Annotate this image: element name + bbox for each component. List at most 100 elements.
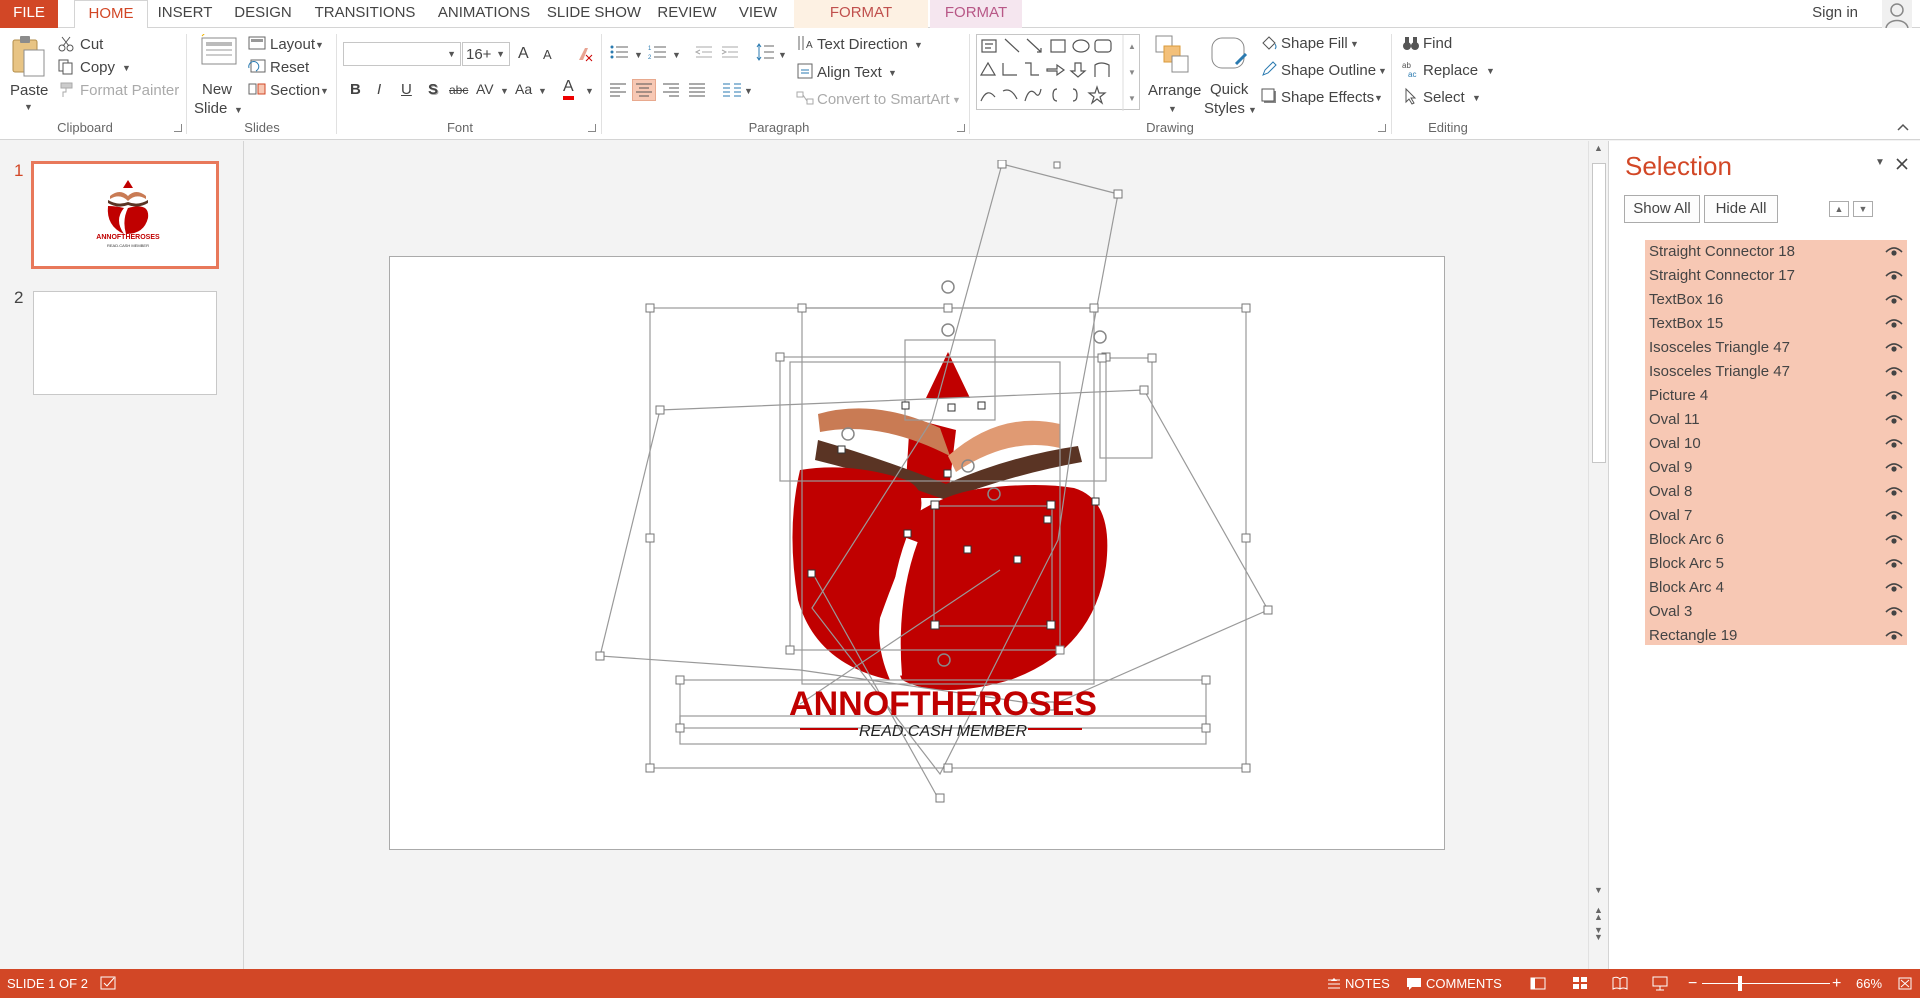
copy-dropdown-icon[interactable]: ▼	[122, 63, 131, 73]
chevron-down-icon[interactable]: ▼	[914, 40, 923, 50]
chevron-down-icon[interactable]: ▼	[1472, 93, 1481, 103]
tab-format-picture[interactable]: FORMAT	[930, 0, 1022, 28]
justify-icon[interactable]	[688, 82, 706, 98]
shape-effects-button[interactable]: Shape Effects	[1281, 89, 1374, 106]
character-spacing-button[interactable]: AV	[476, 81, 494, 97]
selection-list-item[interactable]: Block Arc 4	[1645, 576, 1907, 600]
text-direction-button[interactable]: Text Direction	[817, 36, 908, 53]
collapse-ribbon-icon[interactable]	[1896, 122, 1910, 132]
selection-list-item[interactable]: Picture 4	[1645, 384, 1907, 408]
chevron-down-icon[interactable]: ▼	[1486, 66, 1495, 76]
align-left-icon[interactable]	[609, 82, 627, 98]
normal-view-icon[interactable]	[1530, 976, 1546, 991]
selection-list-item[interactable]: Oval 10	[1645, 432, 1907, 456]
scrollbar-thumb[interactable]	[1592, 163, 1606, 463]
close-icon[interactable]	[1895, 157, 1909, 171]
scroll-up-icon[interactable]: ▲	[1594, 143, 1603, 153]
visibility-eye-icon[interactable]	[1885, 583, 1903, 593]
spell-check-icon[interactable]	[100, 976, 118, 991]
align-center-button[interactable]	[632, 79, 656, 101]
zoom-slider-thumb[interactable]	[1738, 976, 1742, 991]
section-button[interactable]: Section	[270, 82, 320, 99]
shapes-gallery[interactable]: ▲ ▼ ▼	[976, 34, 1140, 111]
chevron-down-icon[interactable]: ▼	[744, 86, 753, 96]
quick-styles-button[interactable]: Quick Styles ▼	[1202, 32, 1257, 117]
visibility-eye-icon[interactable]	[1885, 511, 1903, 521]
visibility-eye-icon[interactable]	[1885, 439, 1903, 449]
visibility-eye-icon[interactable]	[1885, 487, 1903, 497]
arrange-button[interactable]: Arrange ▼	[1148, 32, 1201, 116]
selection-list-item[interactable]: Oval 7	[1645, 504, 1907, 528]
visibility-eye-icon[interactable]	[1885, 607, 1903, 617]
selection-list-item[interactable]: Oval 11	[1645, 408, 1907, 432]
next-slide-icon[interactable]: ▼ ▼	[1594, 926, 1603, 942]
shrink-font-button[interactable]: A	[543, 47, 552, 62]
visibility-eye-icon[interactable]	[1885, 463, 1903, 473]
selection-list-item[interactable]: TextBox 15	[1645, 312, 1907, 336]
underline-button[interactable]: U	[401, 81, 412, 98]
selection-list-item[interactable]: Straight Connector 18	[1645, 240, 1907, 264]
paste-dropdown-icon[interactable]: ▼	[24, 102, 33, 112]
grow-font-button[interactable]: A	[518, 45, 529, 63]
tab-slide-show[interactable]: SLIDE SHOW	[546, 0, 642, 28]
chevron-down-icon[interactable]: ▼	[538, 86, 547, 96]
sign-in-link[interactable]: Sign in	[1812, 0, 1858, 26]
tab-insert[interactable]: INSERT	[152, 0, 218, 28]
send-backward-icon[interactable]: ▼	[1853, 201, 1873, 217]
text-shadow-button[interactable]: S	[428, 81, 438, 98]
reset-button[interactable]: Reset	[270, 59, 309, 76]
change-case-button[interactable]: Aa	[515, 81, 532, 97]
selection-list-item[interactable]: Oval 3	[1645, 600, 1907, 624]
chevron-down-icon[interactable]: ▼	[1374, 93, 1383, 103]
align-right-icon[interactable]	[662, 82, 680, 98]
scroll-down-icon[interactable]: ▼	[1594, 885, 1603, 895]
zoom-out-icon[interactable]: −	[1688, 969, 1697, 998]
visibility-eye-icon[interactable]	[1885, 295, 1903, 305]
paragraph-launcher-icon[interactable]	[957, 124, 965, 132]
chevron-down-icon[interactable]: ▼	[585, 86, 594, 96]
hide-all-button[interactable]: Hide All	[1704, 195, 1778, 223]
tab-transitions[interactable]: TRANSITIONS	[308, 0, 422, 28]
chevron-down-icon[interactable]: ▼	[888, 68, 897, 78]
strikethrough-button[interactable]: abc	[449, 83, 468, 97]
cut-button[interactable]: Cut	[80, 36, 103, 53]
selection-list-item[interactable]: TextBox 16	[1645, 288, 1907, 312]
tab-review[interactable]: REVIEW	[652, 0, 722, 28]
chevron-down-icon[interactable]: ▼	[634, 50, 643, 60]
copy-button[interactable]: Copy	[80, 59, 115, 76]
tab-format-drawing[interactable]: FORMAT	[794, 0, 928, 28]
format-painter-button[interactable]: Format Painter	[80, 82, 179, 99]
font-size-combobox[interactable]: 16+ ▼	[462, 42, 510, 66]
logo-graphic[interactable]: ANNOFTHEROSES READ.CASH MEMBER	[595, 160, 1275, 810]
increase-indent-icon[interactable]	[720, 44, 740, 60]
visibility-eye-icon[interactable]	[1885, 391, 1903, 401]
selection-list-item[interactable]: Block Arc 6	[1645, 528, 1907, 552]
new-slide-button[interactable]: New Slide ▼	[192, 32, 246, 117]
tab-view[interactable]: VIEW	[732, 0, 784, 28]
user-avatar-icon[interactable]	[1882, 0, 1912, 28]
visibility-eye-icon[interactable]	[1885, 559, 1903, 569]
section-dropdown-icon[interactable]: ▼	[320, 86, 329, 96]
pane-options-icon[interactable]: ▼	[1875, 157, 1885, 168]
font-launcher-icon[interactable]	[588, 124, 596, 132]
visibility-eye-icon[interactable]	[1885, 319, 1903, 329]
reading-view-icon[interactable]	[1612, 976, 1628, 991]
selection-list-item[interactable]: Isosceles Triangle 47	[1645, 336, 1907, 360]
tab-file[interactable]: FILE	[0, 0, 58, 28]
slide-thumbnail-1[interactable]: ANNOFTHEROSES READ.CASH MEMBER	[31, 161, 219, 269]
visibility-eye-icon[interactable]	[1885, 631, 1903, 641]
drawing-launcher-icon[interactable]	[1378, 124, 1386, 132]
slideshow-icon[interactable]	[1652, 976, 1668, 991]
align-text-button[interactable]: Align Text	[817, 64, 882, 81]
chevron-down-icon[interactable]: ▼	[500, 86, 509, 96]
show-all-button[interactable]: Show All	[1624, 195, 1700, 223]
decrease-indent-icon[interactable]	[694, 44, 714, 60]
tab-animations[interactable]: ANIMATIONS	[432, 0, 536, 28]
slide-thumbnail-2[interactable]	[33, 291, 217, 395]
visibility-eye-icon[interactable]	[1885, 271, 1903, 281]
chevron-down-icon[interactable]: ▼	[1248, 105, 1257, 115]
bold-button[interactable]: B	[350, 81, 361, 98]
fit-to-window-icon[interactable]	[1897, 976, 1913, 991]
selection-list-item[interactable]: Straight Connector 17	[1645, 264, 1907, 288]
chevron-down-icon[interactable]: ▼	[1350, 39, 1359, 49]
